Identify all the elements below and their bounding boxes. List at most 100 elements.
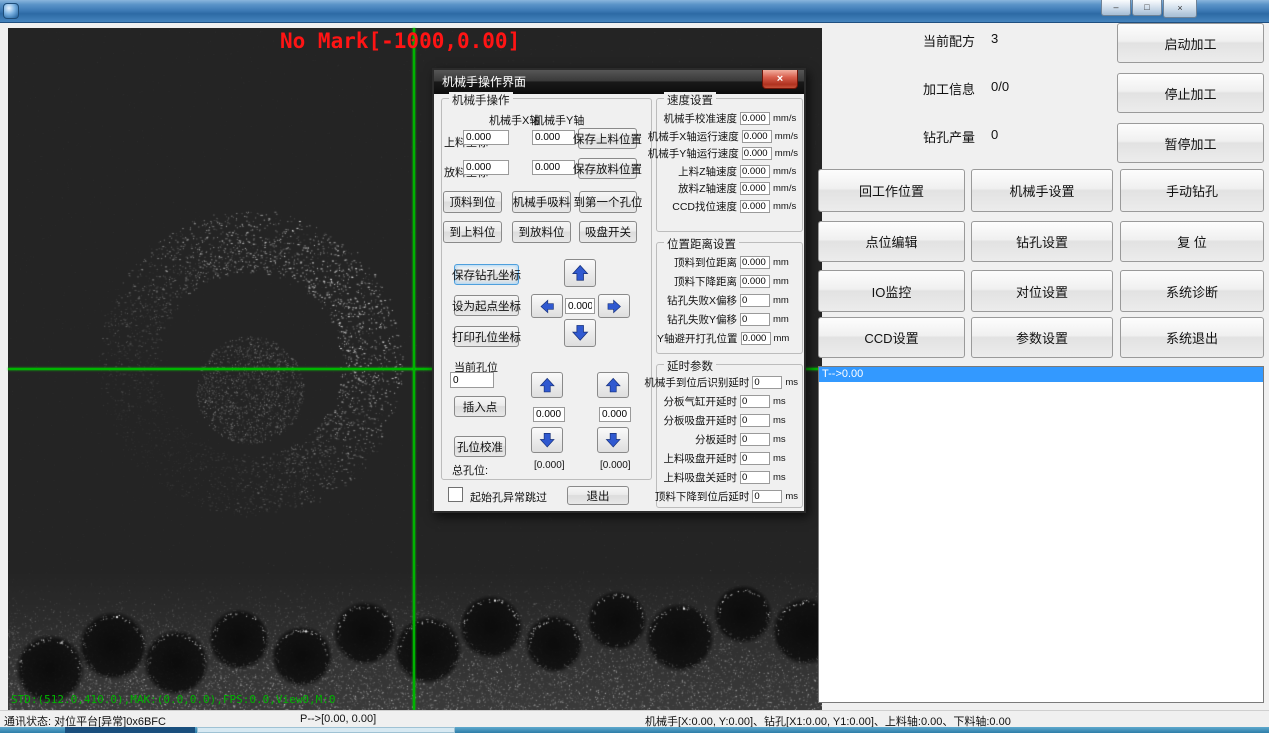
goto-load-position-button[interactable]: 到上料位	[443, 221, 502, 243]
reset-button[interactable]: 复 位	[1120, 221, 1264, 262]
distance-input[interactable]	[740, 256, 770, 269]
field-label: 机械手校准速度	[664, 111, 738, 126]
print-hole-coord-button[interactable]: 打印孔位坐标	[454, 326, 519, 347]
taskbar-item[interactable]	[197, 727, 455, 733]
jog-left-button[interactable]	[531, 294, 563, 318]
speed-row: 机械手Y轴运行速度mm/s	[657, 146, 802, 161]
drill-settings-button[interactable]: 钻孔设置	[971, 221, 1113, 262]
delay-input[interactable]	[752, 376, 782, 389]
arm-suck-button[interactable]: 机械手吸料	[512, 191, 571, 213]
minimize-button[interactable]: –	[1101, 0, 1131, 16]
unit-label: mm/s	[773, 201, 798, 212]
distance-input[interactable]	[741, 332, 771, 345]
camera-status-overlay-text: STD:(512.0,410.0),MAK:(0.0,0.0),FPS:0.0,…	[11, 693, 336, 706]
app-icon	[3, 3, 19, 19]
speed-input[interactable]	[742, 147, 772, 160]
unit-label: mm	[773, 295, 798, 306]
save-load-position-button[interactable]: 保存上料位置	[578, 128, 637, 149]
taskbar-strip[interactable]	[0, 727, 1269, 733]
pause-processing-button[interactable]: 暂停加工	[1117, 123, 1264, 163]
window-titlebar: – □ ×	[0, 0, 1269, 23]
stop-processing-button[interactable]: 停止加工	[1117, 73, 1264, 113]
goto-first-hole-button[interactable]: 到第一个孔位	[579, 191, 637, 213]
delay-input[interactable]	[740, 395, 770, 408]
speed-input[interactable]	[742, 130, 772, 143]
ccd-settings-button[interactable]: CCD设置	[818, 317, 965, 358]
exit-button[interactable]: 退出	[567, 486, 629, 505]
goto-unload-position-button[interactable]: 到放料位	[512, 221, 571, 243]
return-work-position-button[interactable]: 回工作位置	[818, 169, 965, 212]
field-label: CCD找位速度	[672, 199, 737, 214]
position-status-text: P-->[0.00, 0.00]	[300, 713, 376, 725]
field-label: 分板气缸开延时	[664, 394, 738, 409]
push-material-button[interactable]: 顶料到位	[443, 191, 502, 213]
speed-row: 机械手校准速度mm/s	[657, 111, 802, 126]
distance-input[interactable]	[740, 294, 770, 307]
spinner1-input[interactable]	[533, 407, 565, 422]
speed-row: 放料Z轴速度mm/s	[657, 181, 802, 196]
speed-input[interactable]	[740, 182, 770, 195]
parameter-settings-button[interactable]: 参数设置	[971, 317, 1113, 358]
save-unload-position-button[interactable]: 保存放料位置	[578, 158, 637, 179]
current-hole-input[interactable]	[450, 372, 494, 388]
manual-drill-button[interactable]: 手动钻孔	[1120, 169, 1264, 212]
distance-input[interactable]	[740, 313, 770, 326]
spinner1-up-button[interactable]	[531, 372, 563, 398]
delay-input[interactable]	[740, 471, 770, 484]
speed-input[interactable]	[740, 165, 770, 178]
delay-row: 分板延时ms	[657, 432, 802, 447]
delay-input[interactable]	[740, 452, 770, 465]
field-label: 放料Z轴速度	[678, 181, 737, 196]
jog-up-button[interactable]	[564, 259, 596, 287]
spinner2-input[interactable]	[599, 407, 631, 422]
status-bar: 通讯状态: 对位平台[异常]0x6BFC P-->[0.00, 0.00] 机械…	[0, 710, 1269, 727]
alignment-settings-button[interactable]: 对位设置	[971, 270, 1113, 312]
distance-input[interactable]	[740, 275, 770, 288]
jog-right-button[interactable]	[598, 294, 630, 318]
maximize-button[interactable]: □	[1132, 0, 1162, 16]
close-button[interactable]: ×	[1163, 0, 1197, 18]
dialog-close-button[interactable]: ×	[762, 70, 798, 89]
process-info-stat: 加工信息 0/0	[923, 79, 1009, 98]
hole-calibrate-button[interactable]: 孔位校准	[454, 436, 506, 457]
insert-point-button[interactable]: 插入点	[454, 396, 506, 417]
unit-label: ms	[773, 415, 798, 426]
point-edit-button[interactable]: 点位编辑	[818, 221, 965, 262]
unload-y-input[interactable]	[532, 160, 575, 175]
spinner2-up-button[interactable]	[597, 372, 629, 398]
skip-abnormal-start-hole-checkbox[interactable]	[448, 487, 463, 502]
spinner2-down-button[interactable]	[597, 427, 629, 453]
current-recipe-stat: 当前配方 3	[923, 31, 998, 50]
set-origin-coord-button[interactable]: 设为起点坐标	[454, 295, 519, 316]
dialog-titlebar[interactable]: 机械手操作界面	[434, 70, 804, 94]
delay-row: 顶料下降到位后延时ms	[657, 489, 802, 504]
speed-row: 机械手X轴运行速度mm/s	[657, 129, 802, 144]
load-y-input[interactable]	[532, 130, 575, 145]
delay-input[interactable]	[752, 490, 782, 503]
taskbar-item[interactable]	[65, 727, 195, 733]
robot-arm-settings-button[interactable]: 机械手设置	[971, 169, 1113, 212]
speed-row: CCD找位速度 mm/s	[657, 199, 802, 214]
delay-input[interactable]	[740, 414, 770, 427]
spinner1-down-button[interactable]	[531, 427, 563, 453]
system-exit-button[interactable]: 系统退出	[1120, 317, 1264, 358]
io-monitor-button[interactable]: IO监控	[818, 270, 965, 312]
distance-row: Y轴避开打孔位置mm	[657, 331, 802, 346]
load-x-input[interactable]	[463, 130, 509, 145]
log-list-item-selected[interactable]: T-->0.00	[819, 367, 1263, 382]
unit-label: mm	[773, 257, 798, 268]
field-label: 顶料下降距离	[674, 274, 737, 289]
speed-input[interactable]	[740, 112, 770, 125]
stat-label: 钻孔产量	[923, 127, 975, 146]
start-processing-button[interactable]: 启动加工	[1117, 23, 1264, 63]
delay-input[interactable]	[740, 433, 770, 446]
jog-down-button[interactable]	[564, 319, 596, 347]
distance-row: 顶料到位距离mm	[657, 255, 802, 270]
log-listbox[interactable]: T-->0.00	[818, 366, 1264, 703]
suction-switch-button[interactable]: 吸盘开关	[579, 221, 637, 243]
jog-step-input[interactable]	[565, 298, 595, 314]
unload-x-input[interactable]	[463, 160, 509, 175]
system-diagnosis-button[interactable]: 系统诊断	[1120, 270, 1264, 312]
speed-input[interactable]	[740, 200, 770, 213]
save-drill-coord-button[interactable]: 保存钻孔坐标	[454, 264, 519, 285]
